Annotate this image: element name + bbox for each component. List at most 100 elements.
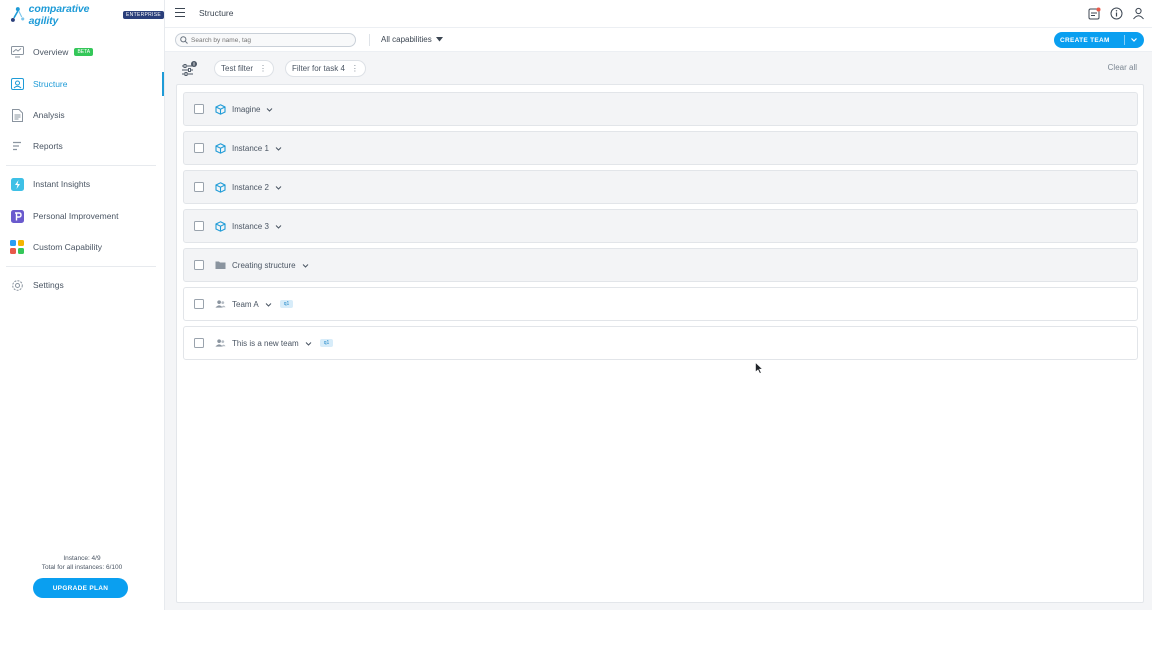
info-icon[interactable] bbox=[1110, 7, 1123, 20]
grid-icon bbox=[10, 240, 24, 254]
list-item[interactable]: This is a new team q1 bbox=[183, 326, 1138, 360]
list-icon bbox=[10, 139, 24, 153]
cube-icon bbox=[215, 220, 226, 232]
chevron-down-icon[interactable] bbox=[265, 301, 272, 308]
instance-usage: Instance: 4/9 bbox=[63, 555, 101, 562]
personal-improvement-icon bbox=[10, 209, 24, 223]
sidebar-item-reports[interactable]: Reports bbox=[0, 134, 164, 158]
row-label: Imagine bbox=[232, 104, 261, 114]
document-icon bbox=[10, 108, 24, 122]
sidebar-item-custom-capability[interactable]: Custom Capability bbox=[0, 235, 164, 259]
sidebar-item-structure[interactable]: Structure bbox=[0, 72, 164, 96]
search-input[interactable] bbox=[191, 36, 351, 44]
list-item[interactable]: Imagine bbox=[183, 92, 1138, 126]
chevron-down-icon[interactable] bbox=[302, 262, 309, 269]
filter-chip[interactable]: Test filter ⋮ bbox=[214, 60, 275, 77]
chevron-down-icon[interactable] bbox=[266, 106, 273, 113]
row-checkbox[interactable] bbox=[194, 221, 204, 231]
notifications-icon[interactable] bbox=[1088, 7, 1101, 20]
row-checkbox[interactable] bbox=[194, 182, 204, 192]
monitor-icon bbox=[10, 45, 24, 59]
chevron-down-icon[interactable] bbox=[305, 340, 312, 347]
filter-row: 0 Test filter ⋮ Filter for task 4 ⋮ Clea… bbox=[165, 52, 1152, 84]
list-item[interactable]: Team A q1 bbox=[183, 287, 1138, 321]
sidebar-item-label: Structure bbox=[33, 79, 68, 89]
search-box[interactable] bbox=[175, 33, 356, 47]
sidebar-item-settings[interactable]: Settings bbox=[0, 273, 164, 297]
sidebar-item-instant-insights[interactable]: Instant Insights bbox=[0, 172, 164, 196]
beta-badge: BETA bbox=[74, 48, 94, 56]
capabilities-dropdown[interactable]: All capabilities bbox=[381, 35, 443, 44]
search-icon bbox=[180, 36, 188, 44]
create-team-label: CREATE TEAM bbox=[1060, 36, 1110, 44]
gear-icon bbox=[10, 278, 24, 292]
list-item[interactable]: Instance 3 bbox=[183, 209, 1138, 243]
top-bar: Structure bbox=[165, 0, 1152, 28]
row-checkbox[interactable] bbox=[194, 104, 204, 114]
row-label: Team A bbox=[232, 299, 259, 309]
cube-icon bbox=[215, 103, 226, 115]
sidebar-divider bbox=[6, 165, 156, 166]
logo-mark-icon bbox=[10, 7, 25, 22]
create-team-button[interactable]: CREATE TEAM bbox=[1054, 32, 1144, 48]
sidebar-item-label: Custom Capability bbox=[33, 242, 102, 252]
upgrade-plan-button[interactable]: UPGRADE PLAN bbox=[33, 578, 128, 598]
list-item[interactable]: Creating structure bbox=[183, 248, 1138, 282]
main-area: 0 Test filter ⋮ Filter for task 4 ⋮ Clea… bbox=[165, 52, 1152, 610]
sidebar-item-label: Reports bbox=[33, 141, 63, 151]
row-label: Creating structure bbox=[232, 260, 296, 270]
row-label: Instance 2 bbox=[232, 182, 269, 192]
row-checkbox[interactable] bbox=[194, 299, 204, 309]
mouse-cursor-icon bbox=[755, 362, 763, 374]
button-split bbox=[1124, 35, 1125, 45]
capabilities-label: All capabilities bbox=[381, 35, 432, 44]
user-icon[interactable] bbox=[1132, 7, 1145, 20]
sidebar-item-label: Overview bbox=[33, 47, 69, 57]
menu-icon[interactable] bbox=[175, 8, 185, 18]
row-checkbox[interactable] bbox=[194, 338, 204, 348]
chevron-down-icon[interactable] bbox=[1130, 35, 1138, 45]
sidebar-item-overview[interactable]: Overview BETA bbox=[0, 40, 164, 64]
total-usage: Total for all instances: 6/100 bbox=[41, 564, 123, 571]
toolbar-separator bbox=[369, 34, 370, 46]
sidebar-item-label: Analysis bbox=[33, 110, 65, 120]
row-label: This is a new team bbox=[232, 338, 299, 348]
search-toolbar: All capabilities CREATE TEAM bbox=[165, 28, 1152, 52]
cube-icon bbox=[215, 181, 226, 193]
team-icon bbox=[215, 299, 226, 310]
row-checkbox[interactable] bbox=[194, 143, 204, 153]
sidebar-item-personal-improvement[interactable]: Personal Improvement bbox=[0, 204, 164, 228]
sidebar-divider bbox=[6, 266, 156, 267]
list-item[interactable]: Instance 2 bbox=[183, 170, 1138, 204]
logo-text: comparative agility bbox=[28, 3, 90, 27]
chevron-down-icon[interactable] bbox=[275, 223, 282, 230]
app-window: comparative agility ENTERPRISE Overview … bbox=[0, 0, 1152, 610]
edition-badge: ENTERPRISE bbox=[123, 11, 164, 19]
chevron-down-icon[interactable] bbox=[275, 184, 282, 191]
logo[interactable]: comparative agility ENTERPRISE bbox=[9, 3, 164, 27]
sidebar: comparative agility ENTERPRISE Overview … bbox=[0, 0, 165, 610]
filter-chip-label: Filter for task 4 bbox=[292, 64, 345, 73]
structure-icon bbox=[10, 77, 24, 91]
row-checkbox[interactable] bbox=[194, 260, 204, 270]
list-item[interactable]: Instance 1 bbox=[183, 131, 1138, 165]
top-icons bbox=[1088, 7, 1145, 20]
sidebar-item-label: Settings bbox=[33, 280, 64, 290]
team-icon bbox=[215, 338, 226, 349]
more-vertical-icon[interactable]: ⋮ bbox=[259, 64, 267, 73]
filter-settings-icon[interactable]: 0 bbox=[181, 61, 197, 77]
cube-icon bbox=[215, 142, 226, 154]
row-label: Instance 3 bbox=[232, 221, 269, 231]
filter-chip[interactable]: Filter for task 4 ⋮ bbox=[285, 60, 366, 77]
sidebar-item-analysis[interactable]: Analysis bbox=[0, 103, 164, 127]
page-title: Structure bbox=[199, 8, 234, 18]
folder-icon bbox=[215, 260, 226, 271]
more-vertical-icon[interactable]: ⋮ bbox=[351, 64, 359, 73]
tag-badge: q1 bbox=[279, 300, 294, 308]
chevron-down-icon[interactable] bbox=[275, 145, 282, 152]
lightning-icon bbox=[10, 177, 24, 191]
clear-all-link[interactable]: Clear all bbox=[1108, 63, 1137, 72]
row-label: Instance 1 bbox=[232, 143, 269, 153]
sidebar-item-label: Instant Insights bbox=[33, 179, 91, 189]
caret-down-icon bbox=[435, 37, 443, 42]
